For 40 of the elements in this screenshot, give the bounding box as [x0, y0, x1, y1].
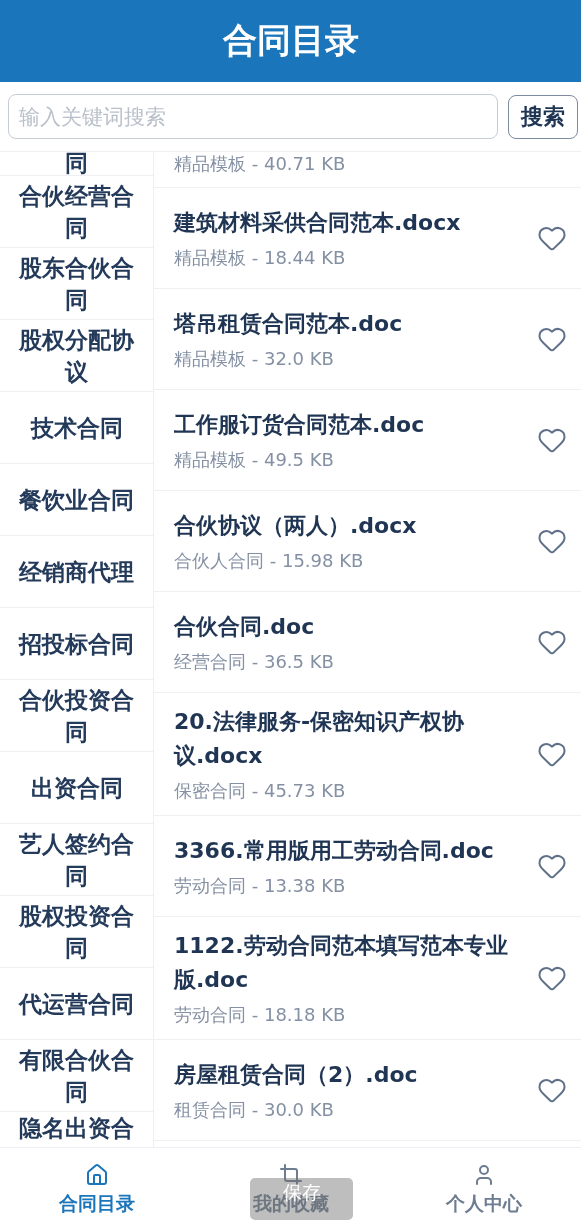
category-item[interactable]: 股权投资合同 [0, 896, 153, 968]
category-item[interactable]: 技术合同 [0, 392, 153, 464]
file-name[interactable]: 合伙合同.doc [174, 610, 529, 644]
file-name[interactable]: 3366.常用版用工劳动合同.doc [174, 834, 529, 868]
file-meta: 劳动合同 - 18.18 KB [174, 1003, 347, 1027]
category-item[interactable]: 出资合同 [0, 752, 153, 824]
file-meta: 精品模板 - 40.71 KB [174, 152, 347, 176]
category-item[interactable]: 合伙经营合同 [0, 176, 153, 248]
file-name[interactable]: 塔吊租赁合同范本.doc [174, 307, 529, 341]
file-meta: 精品模板 - 49.5 KB [174, 448, 335, 472]
category-item[interactable]: 隐名出资合 [0, 1112, 153, 1147]
page-title: 合同目录 [222, 19, 359, 62]
file-meta: 保密合同 - 45.73 KB [174, 779, 347, 803]
category-item[interactable]: 艺人签约合同 [0, 824, 153, 896]
category-item[interactable]: 餐饮业合同 [0, 464, 153, 536]
home-icon [84, 1163, 109, 1187]
category-item[interactable]: 招投标合同 [0, 608, 153, 680]
nav-tab[interactable]: 个人中心 [387, 1148, 581, 1232]
category-item[interactable]: 股权分配协议 [0, 320, 153, 392]
file-name[interactable]: 1122.劳动合同范本填写范本专业版.doc [174, 929, 529, 997]
search-field[interactable]: 输入关键词搜索 [8, 94, 498, 139]
file-meta: 租赁合同 - 30.0 KB [174, 1098, 335, 1122]
category-item[interactable]: 有限合伙合同 [0, 1040, 153, 1112]
file-name[interactable]: 建筑材料采供合同范本.docx [174, 206, 529, 240]
file-meta: 劳动合同 - 13.38 KB [174, 874, 347, 898]
file-meta: 经营合同 - 36.5 KB [174, 650, 335, 674]
file-meta: 精品模板 - 32.0 KB [174, 347, 335, 371]
file-name[interactable]: 合伙协议（两人）.docx [174, 509, 529, 543]
category-item[interactable]: 股东合伙合同 [0, 248, 153, 320]
file-meta: 精品模板 - 18.44 KB [174, 246, 347, 270]
file-meta: 合伙人合同 - 15.98 KB [174, 549, 365, 573]
category-item[interactable]: 合伙投资合同 [0, 680, 153, 752]
category-item[interactable]: 代运营合同 [0, 968, 153, 1040]
file-name[interactable]: 20.法律服务-保密知识产权协议.docx [174, 705, 529, 773]
search-button[interactable]: 搜索 [508, 94, 578, 139]
file-name[interactable]: 房屋租赁合同（2）.doc [174, 1058, 529, 1092]
file-name[interactable]: 工作服订货合同范本.doc [174, 408, 529, 442]
category-item[interactable]: 经销商代理 [0, 536, 153, 608]
category-item[interactable]: 同 [0, 152, 153, 176]
nav-tab[interactable]: 合同目录 [0, 1148, 194, 1232]
